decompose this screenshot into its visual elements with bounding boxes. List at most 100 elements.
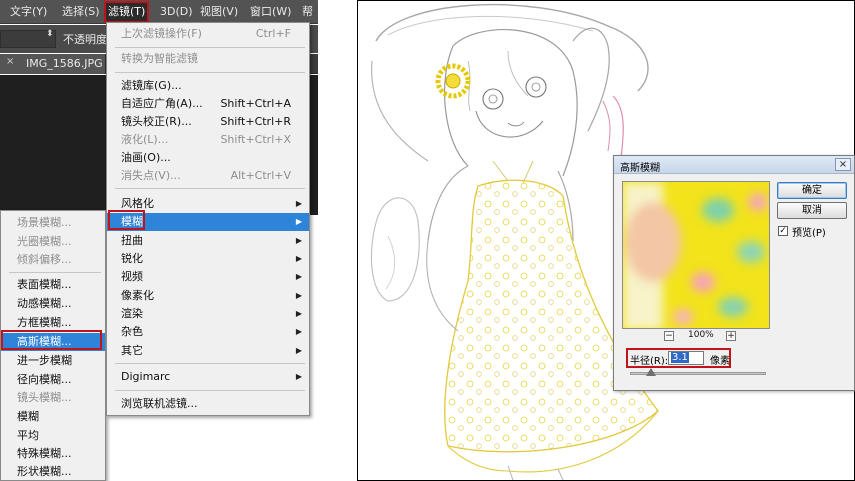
- menu-item-label: 自适应广角(A)...: [121, 97, 203, 110]
- radius-label: 半径(R):: [630, 356, 669, 367]
- submenu-arrow-icon: ▶: [295, 254, 302, 263]
- menu-item-blur[interactable]: 模糊 ▶: [107, 213, 309, 231]
- menu-item-shortcut: Shift+Ctrl+A: [220, 97, 291, 110]
- menu-item-label: 镜头校正(R)...: [121, 115, 192, 128]
- sunflower-icon: [435, 63, 471, 99]
- document-tab-title: IMG_1586.JPG: [26, 57, 103, 70]
- menu-view[interactable]: 视图(V): [198, 3, 240, 21]
- submenu-item-radial-blur[interactable]: 径向模糊...: [1, 371, 105, 389]
- document-tab[interactable]: × IMG_1586.JPG: [0, 54, 106, 74]
- radius-input[interactable]: 3.1: [668, 351, 704, 365]
- zoom-controls: − 100% +: [622, 330, 770, 344]
- preview-checkbox-label: 预览(P): [792, 228, 826, 239]
- submenu-item-label: 模糊: [17, 410, 39, 423]
- menu-item-digimarc[interactable]: Digimarc ▶: [107, 368, 309, 386]
- submenu-item-gaussian-blur[interactable]: 高斯模糊...: [1, 333, 105, 351]
- submenu-item-label: 径向模糊...: [17, 373, 72, 386]
- menu-item-distort[interactable]: 扭曲 ▶: [107, 232, 309, 250]
- menu-3d[interactable]: 3D(D): [158, 3, 195, 21]
- menu-item-video[interactable]: 视频 ▶: [107, 268, 309, 286]
- menu-item-label: 扭曲: [121, 234, 143, 247]
- submenu-item-label: 动感模糊...: [17, 297, 72, 310]
- photoshop-panel: 文字(Y) 选择(S) 滤镜(T) 3D(D) 视图(V) 窗口(W) 帮 ⬍ …: [0, 0, 318, 481]
- submenu-item-motion-blur[interactable]: 动感模糊...: [1, 295, 105, 313]
- menu-select[interactable]: 选择(S): [60, 3, 102, 21]
- submenu-item-average[interactable]: 平均: [1, 427, 105, 445]
- submenu-item-label: 进一步模糊: [17, 354, 72, 367]
- menu-item-convert-smart-filter[interactable]: 转换为智能滤镜: [107, 50, 309, 68]
- menu-item-label: 消失点(V)...: [121, 169, 181, 182]
- menu-item-label: 像素化: [121, 289, 154, 302]
- menu-item-label: 锐化: [121, 252, 143, 265]
- submenu-item-label: 方框模糊...: [17, 316, 72, 329]
- submenu-item-shape-blur[interactable]: 形状模糊...: [1, 463, 105, 481]
- opacity-label: 不透明度: [63, 33, 107, 46]
- submenu-item-iris-blur[interactable]: 光圈模糊...: [1, 233, 105, 251]
- menu-item-label: 杂色: [121, 325, 143, 338]
- submenu-item-tilt-shift[interactable]: 倾斜偏移...: [1, 251, 105, 269]
- menu-item-noise[interactable]: 杂色 ▶: [107, 323, 309, 341]
- dialog-title: 高斯模糊: [620, 163, 660, 174]
- menu-separator: [9, 272, 101, 273]
- submenu-item-surface-blur[interactable]: 表面模糊...: [1, 276, 105, 294]
- screenshot: 文字(Y) 选择(S) 滤镜(T) 3D(D) 视图(V) 窗口(W) 帮 ⬍ …: [0, 0, 855, 481]
- submenu-item-label: 光圈模糊...: [17, 235, 72, 248]
- submenu-arrow-icon: ▶: [295, 372, 302, 381]
- menu-item-pixelate[interactable]: 像素化 ▶: [107, 287, 309, 305]
- menu-item-adaptive-wide-angle[interactable]: 自适应广角(A)... Shift+Ctrl+A: [107, 95, 309, 113]
- gaussian-blur-dialog: 高斯模糊 × − 100% + 确定 取消 ✓ 预览(P) 半径(R): 3.1…: [613, 155, 855, 391]
- blur-preview[interactable]: [622, 181, 770, 329]
- menu-item-browse-online-filters[interactable]: 浏览联机滤镜...: [107, 395, 309, 413]
- dropdown-arrow-icon[interactable]: ⬍: [46, 29, 54, 39]
- menu-item-stylize[interactable]: 风格化 ▶: [107, 195, 309, 213]
- menu-item-sharpen[interactable]: 锐化 ▶: [107, 250, 309, 268]
- menu-separator: [115, 363, 305, 364]
- menu-window[interactable]: 窗口(W): [248, 3, 293, 21]
- submenu-arrow-icon: ▶: [295, 217, 302, 226]
- blur-submenu: 场景模糊... 光圈模糊... 倾斜偏移... 表面模糊... 动感模糊... …: [0, 210, 106, 481]
- submenu-item-label: 镜头模糊...: [17, 391, 72, 404]
- menu-item-shortcut: Shift+Ctrl+X: [220, 133, 291, 146]
- menu-item-label: 油画(O)...: [121, 151, 171, 164]
- menu-item-oil-paint[interactable]: 油画(O)...: [107, 149, 309, 167]
- menu-separator: [115, 390, 305, 391]
- ok-button[interactable]: 确定: [777, 182, 847, 199]
- zoom-out-button[interactable]: −: [664, 331, 674, 341]
- menu-separator: [115, 188, 305, 189]
- menu-item-label: 上次滤镜操作(F): [121, 27, 202, 40]
- menu-item-liquify[interactable]: 液化(L)... Shift+Ctrl+X: [107, 131, 309, 149]
- menu-help[interactable]: 帮: [300, 3, 315, 21]
- submenu-arrow-icon: ▶: [295, 327, 302, 336]
- submenu-item-blur-more[interactable]: 进一步模糊: [1, 352, 105, 370]
- close-tab-icon[interactable]: ×: [6, 56, 14, 67]
- preview-checkbox[interactable]: ✓: [778, 226, 788, 236]
- menu-item-last-filter[interactable]: 上次滤镜操作(F) Ctrl+F: [107, 25, 309, 43]
- close-icon[interactable]: ×: [835, 158, 851, 171]
- menu-item-label: 浏览联机滤镜...: [121, 397, 198, 410]
- menu-bar: 文字(Y) 选择(S) 滤镜(T) 3D(D) 视图(V) 窗口(W) 帮: [0, 0, 318, 24]
- submenu-item-label: 表面模糊...: [17, 278, 72, 291]
- submenu-arrow-icon: ▶: [295, 346, 302, 355]
- submenu-item-field-blur[interactable]: 场景模糊...: [1, 214, 105, 232]
- radius-value: 3.1: [671, 352, 689, 363]
- menu-item-lens-correction[interactable]: 镜头校正(R)... Shift+Ctrl+R: [107, 113, 309, 131]
- zoom-in-button[interactable]: +: [726, 331, 736, 341]
- submenu-item-blur[interactable]: 模糊: [1, 408, 105, 426]
- menu-item-filter-gallery[interactable]: 滤镜库(G)...: [107, 77, 309, 95]
- menu-type[interactable]: 文字(Y): [8, 3, 49, 21]
- menu-filter[interactable]: 滤镜(T): [103, 1, 150, 23]
- radius-slider-thumb[interactable]: [646, 368, 656, 376]
- dialog-title-bar[interactable]: 高斯模糊 ×: [614, 156, 854, 174]
- menu-item-label: 风格化: [121, 197, 154, 210]
- submenu-item-box-blur[interactable]: 方框模糊...: [1, 314, 105, 332]
- menu-item-vanishing-point[interactable]: 消失点(V)... Alt+Ctrl+V: [107, 167, 309, 185]
- menu-item-other[interactable]: 其它 ▶: [107, 342, 309, 360]
- submenu-item-lens-blur[interactable]: 镜头模糊...: [1, 389, 105, 407]
- submenu-arrow-icon: ▶: [295, 236, 302, 245]
- menu-separator: [115, 47, 305, 48]
- submenu-item-smart-blur[interactable]: 特殊模糊...: [1, 445, 105, 463]
- cancel-button[interactable]: 取消: [777, 202, 847, 219]
- menu-item-render[interactable]: 渲染 ▶: [107, 305, 309, 323]
- menu-item-label: 液化(L)...: [121, 133, 169, 146]
- submenu-item-label: 场景模糊...: [17, 216, 72, 229]
